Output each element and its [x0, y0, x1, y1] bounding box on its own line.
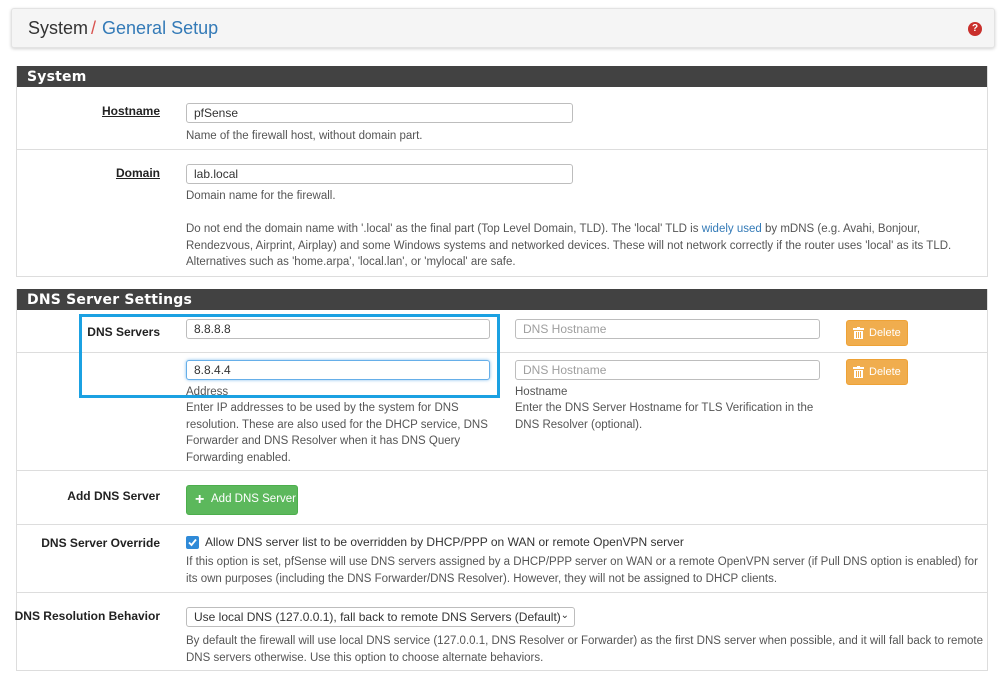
hostname-help: Enter the DNS Server Hostname for TLS Ve… [515, 402, 814, 431]
hostname-help: Name of the firewall host, without domai… [186, 130, 423, 142]
hostname-label: Hostname [101, 104, 160, 118]
widely-used-link[interactable]: widely used [702, 223, 762, 235]
breadcrumb-separator: / [91, 18, 97, 38]
dns-resolution-row: DNS Resolution Behavior Use local DNS (1… [14, 592, 987, 670]
chevron-down-icon: ⌄ [560, 610, 569, 621]
delete-label-1: Delete [869, 327, 901, 339]
add-dns-server-button-label: Add DNS Server [211, 493, 297, 505]
breadcrumb-root[interactable]: System [28, 18, 88, 38]
breadcrumb-current[interactable]: General Setup [102, 18, 218, 38]
breadcrumb: System / General Setup [28, 18, 218, 39]
address-help: Enter IP addresses to be used by the sys… [186, 402, 488, 464]
domain-row: Domain lab.local Domain name for the fir… [17, 149, 987, 276]
dns-override-help: If this option is set, pfSense will use … [186, 556, 978, 585]
system-panel: System Hostname pfSense Name of the fire… [16, 66, 988, 277]
dns-hostname-input-2[interactable]: DNS Hostname [515, 360, 820, 380]
dns-server-row-2: 8.8.4.4 DNS Hostname Delete Address Ente… [17, 352, 987, 470]
add-dns-server-button[interactable]: + Add DNS Server [186, 485, 298, 515]
dns-override-row: DNS Server Override Allow DNS server lis… [17, 524, 987, 592]
address-caption: Address [186, 386, 229, 398]
dns-override-label: DNS Server Override [41, 536, 160, 550]
dns-override-checkbox-label[interactable]: Allow DNS server list to be overridden b… [205, 534, 684, 551]
help-icon[interactable]: ? [968, 22, 982, 36]
dns-resolution-label: DNS Resolution Behavior [14, 609, 160, 623]
dns-panel: DNS Server Settings DNS Servers 8.8.8.8 … [14, 289, 988, 671]
domain-note-text: Do not end the domain name with '.local'… [186, 223, 702, 235]
trash-icon [853, 327, 864, 339]
delete-label-2: Delete [869, 366, 901, 378]
hostname-caption: Hostname [515, 386, 568, 398]
domain-input[interactable]: lab.local [186, 164, 573, 184]
domain-help: Domain name for the firewall. [186, 190, 336, 202]
dns-hostname-input-1[interactable]: DNS Hostname [515, 319, 820, 339]
breadcrumb-bar: System / General Setup ? [11, 8, 995, 48]
add-dns-server-label: Add DNS Server [67, 489, 160, 503]
dns-override-checkbox[interactable] [186, 536, 199, 549]
dns-address-input-1[interactable]: 8.8.8.8 [186, 319, 490, 339]
delete-button-2[interactable]: Delete [846, 359, 908, 385]
panel-title-system: System [17, 66, 987, 87]
add-dns-server-row: Add DNS Server + Add DNS Server [17, 470, 987, 524]
dns-resolution-select[interactable]: Use local DNS (127.0.0.1), fall back to … [186, 607, 575, 627]
hostname-row: Hostname pfSense Name of the firewall ho… [17, 87, 987, 149]
dns-resolution-help: By default the firewall will use local D… [186, 635, 984, 664]
trash-icon [853, 366, 864, 378]
dns-servers-label: DNS Servers [87, 325, 160, 339]
check-icon [188, 538, 197, 547]
dns-server-row-1: DNS Servers 8.8.8.8 DNS Hostname Delete [17, 310, 987, 352]
hostname-input[interactable]: pfSense [186, 103, 573, 123]
domain-tld-note: Do not end the domain name with '.local'… [186, 221, 986, 271]
plus-icon: + [195, 491, 205, 508]
domain-label: Domain [115, 166, 160, 180]
dns-resolution-selected: Use local DNS (127.0.0.1), fall back to … [194, 610, 561, 624]
dns-address-input-2[interactable]: 8.8.4.4 [186, 360, 490, 380]
panel-title-dns: DNS Server Settings [17, 289, 987, 310]
delete-button-1[interactable]: Delete [846, 320, 908, 346]
